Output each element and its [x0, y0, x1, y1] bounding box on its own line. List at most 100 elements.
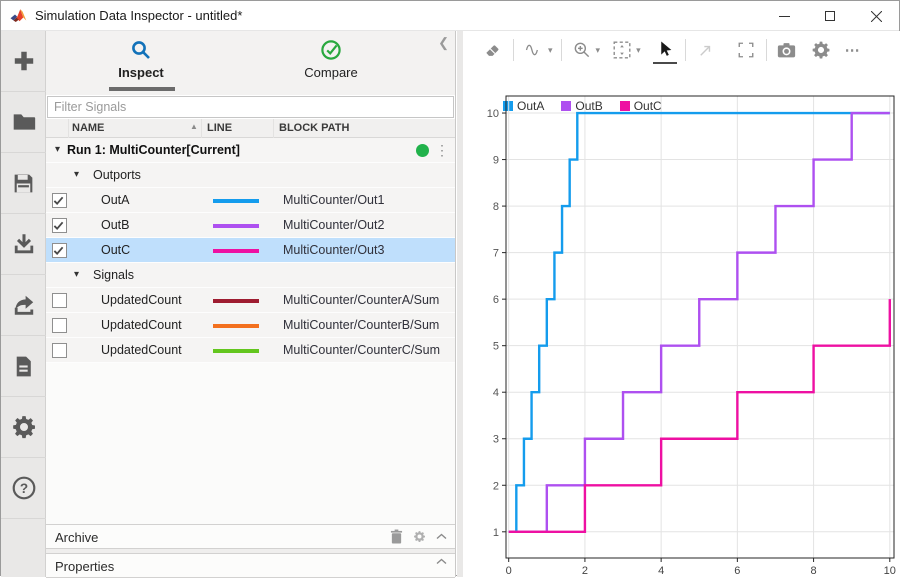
svg-text:10: 10	[487, 108, 499, 120]
collapse-group-icon[interactable]: ▾	[74, 269, 79, 280]
trash-icon[interactable]	[390, 529, 403, 544]
save-icon[interactable]	[1, 153, 46, 214]
svg-text:6: 6	[493, 294, 499, 306]
group-label: Outports	[93, 168, 141, 182]
run-menu-icon[interactable]: ⋮	[435, 140, 449, 161]
signal-name: UpdatedCount	[101, 343, 182, 357]
signal-row-outc[interactable]: OutC MultiCounter/Out3	[46, 238, 455, 263]
checkbox-outa[interactable]	[52, 193, 67, 208]
fit-to-view-icon[interactable]	[610, 36, 634, 64]
pointer-tool-icon[interactable]	[653, 36, 677, 64]
line-swatch	[213, 349, 259, 353]
svg-text:5: 5	[493, 341, 499, 353]
group-row-outports[interactable]: ▾ Outports	[46, 163, 455, 188]
new-icon[interactable]	[1, 31, 46, 92]
clear-plot-icon[interactable]	[481, 36, 505, 64]
title-bar: Simulation Data Inspector - untitled*	[1, 1, 899, 31]
run-row[interactable]: ▾ Run 1: MultiCounter[Current] ⋮	[46, 138, 455, 163]
block-path: MultiCounter/Out2	[283, 218, 384, 232]
checkbox-updatedcount-a[interactable]	[52, 293, 67, 308]
report-icon[interactable]	[1, 336, 46, 397]
signal-row-updatedcount-a[interactable]: UpdatedCount MultiCounter/CounterA/Sum	[46, 288, 455, 313]
signal-row-updatedcount-c[interactable]: UpdatedCount MultiCounter/CounterC/Sum	[46, 338, 455, 363]
checkbox-updatedcount-b[interactable]	[52, 318, 67, 333]
open-in-new-window-icon	[694, 36, 718, 64]
archive-bar[interactable]: Archive	[46, 524, 455, 549]
open-icon[interactable]	[1, 92, 46, 153]
plot-panel: ▾ ▾ ▾	[463, 31, 900, 576]
compare-check-icon	[271, 37, 391, 63]
run-label: Run 1: MultiCounter[Current]	[67, 143, 240, 157]
collapse-group-icon[interactable]: ▾	[74, 169, 79, 180]
signal-name: OutC	[101, 243, 130, 257]
chevron-up-icon[interactable]	[436, 558, 447, 565]
column-line[interactable]: LINE	[207, 122, 232, 134]
chevron-up-icon[interactable]	[436, 533, 447, 540]
properties-bar[interactable]: Properties	[46, 553, 455, 578]
archive-settings-icon[interactable]	[413, 530, 426, 543]
signal-name: UpdatedCount	[101, 293, 182, 307]
group-row-signals[interactable]: ▾ Signals	[46, 263, 455, 288]
inspect-magnifier-icon	[81, 37, 201, 63]
signal-row-outa[interactable]: OutA MultiCounter/Out1	[46, 188, 455, 213]
line-swatch	[213, 324, 259, 328]
block-path: MultiCounter/CounterC/Sum	[283, 343, 440, 357]
caret-down-icon[interactable]: ▾	[548, 45, 553, 56]
left-toolbar: ?	[1, 31, 46, 577]
svg-text:2: 2	[582, 565, 588, 576]
tab-compare[interactable]: Compare	[271, 37, 391, 80]
filter-signals-input[interactable]	[47, 96, 454, 118]
block-path: MultiCounter/CounterB/Sum	[283, 318, 439, 332]
line-swatch	[213, 224, 259, 228]
preferences-icon[interactable]	[1, 397, 46, 458]
svg-text:4: 4	[658, 565, 664, 576]
sort-ascending-icon[interactable]: ▲	[190, 122, 198, 131]
export-icon[interactable]	[1, 275, 46, 336]
signal-name: OutA	[101, 193, 130, 207]
collapse-run-icon[interactable]: ▾	[55, 144, 60, 155]
caret-down-icon[interactable]: ▾	[636, 45, 641, 56]
svg-text:0: 0	[506, 565, 512, 576]
matlab-logo-icon	[9, 7, 27, 25]
checkbox-updatedcount-c[interactable]	[52, 343, 67, 358]
plot-area[interactable]: 024681012345678910	[463, 91, 900, 576]
filter-row	[46, 95, 455, 119]
tab-compare-label: Compare	[271, 65, 391, 80]
caret-down-icon[interactable]: ▾	[596, 45, 601, 56]
help-icon[interactable]: ?	[1, 458, 46, 519]
plot-toolbar: ▾ ▾ ▾	[463, 31, 900, 69]
plot-settings-icon[interactable]	[809, 36, 833, 64]
window-title: Simulation Data Inspector - untitled*	[35, 8, 242, 23]
zoom-in-icon[interactable]	[570, 36, 594, 64]
tab-inspect[interactable]: Inspect	[81, 37, 201, 80]
signal-browser-panel: Inspect Compare ❮ NAME ▲ LINE BLOCK PATH	[46, 31, 456, 577]
column-name[interactable]: NAME	[72, 122, 104, 134]
fullscreen-icon[interactable]	[734, 36, 758, 64]
line-swatch	[213, 299, 259, 303]
signal-row-updatedcount-b[interactable]: UpdatedCount MultiCounter/CounterB/Sum	[46, 313, 455, 338]
minimize-button[interactable]	[761, 1, 807, 31]
tab-inspect-label: Inspect	[81, 65, 201, 80]
collapse-panel-icon[interactable]: ❮	[438, 35, 449, 51]
table-header[interactable]: NAME ▲ LINE BLOCK PATH	[46, 119, 455, 138]
checkbox-outc[interactable]	[52, 243, 67, 258]
checkbox-outb[interactable]	[52, 218, 67, 233]
svg-text:2: 2	[493, 480, 499, 492]
more-options-icon[interactable]: ⋯	[841, 36, 865, 64]
block-path: MultiCounter/Out1	[283, 193, 384, 207]
run-status-indicator	[416, 144, 429, 157]
signal-row-outb[interactable]: OutB MultiCounter/Out2	[46, 213, 455, 238]
column-block-path[interactable]: BLOCK PATH	[279, 122, 349, 134]
snapshot-camera-icon[interactable]	[775, 36, 799, 64]
import-icon[interactable]	[1, 214, 46, 275]
signal-display-icon[interactable]	[522, 36, 546, 64]
svg-text:4: 4	[493, 387, 499, 399]
svg-text:8: 8	[493, 201, 499, 213]
close-button[interactable]	[853, 1, 899, 31]
properties-label: Properties	[55, 559, 114, 574]
line-swatch	[213, 199, 259, 203]
archive-label: Archive	[55, 530, 98, 545]
toolbar-separator	[685, 39, 686, 61]
line-swatch	[213, 249, 259, 253]
maximize-button[interactable]	[807, 1, 853, 31]
